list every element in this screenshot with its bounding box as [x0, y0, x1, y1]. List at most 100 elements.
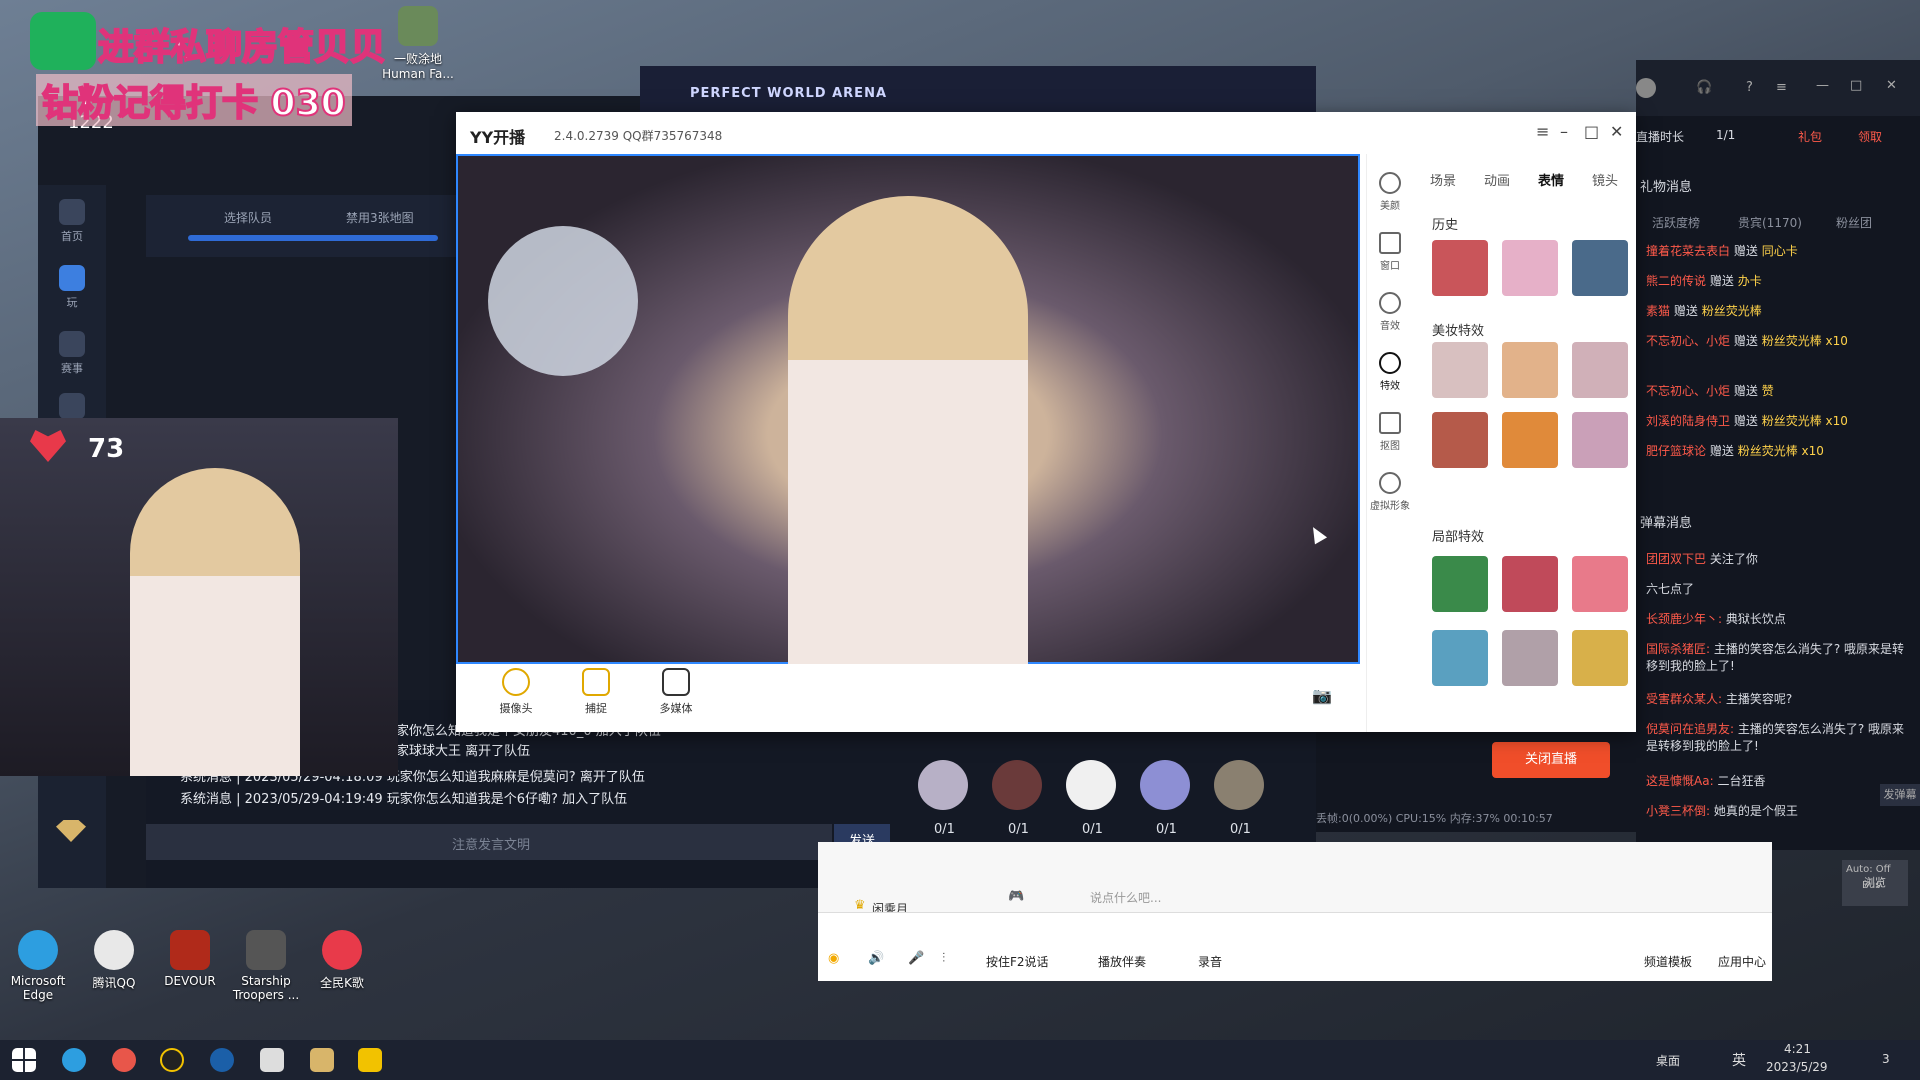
tab-ban-maps[interactable]: 禁用3张地图	[346, 209, 414, 226]
effect-thumbnail[interactable]	[1502, 412, 1558, 468]
app-title: YY开播	[470, 128, 526, 147]
effect-thumbnail[interactable]	[1572, 342, 1628, 398]
diamond-icon[interactable]	[310, 1048, 334, 1072]
yy-logo-icon[interactable]: ◉	[828, 951, 839, 966]
tab-expression[interactable]: 表情	[1538, 170, 1564, 189]
tab-vip[interactable]: 贵宾(1170)	[1738, 214, 1802, 231]
effect-thumbnail[interactable]	[1502, 556, 1558, 612]
sidebar-item-home[interactable]: 首页	[38, 199, 106, 244]
rail-window[interactable]: 窗口	[1367, 232, 1413, 272]
face-icon	[1379, 172, 1401, 194]
emoji-icon[interactable]: 🎮	[1008, 889, 1024, 904]
layers-icon	[1379, 232, 1401, 254]
rail-avatar[interactable]: 虚拟形象	[1367, 472, 1413, 512]
effect-thumbnail[interactable]	[1572, 630, 1628, 686]
desktop-icon-human[interactable]: 一败涂地 Human Fa...	[380, 6, 456, 81]
tab-activity[interactable]: 活跃度榜	[1652, 214, 1700, 231]
rail-beauty[interactable]: 美颜	[1367, 172, 1413, 212]
avatar[interactable]	[918, 760, 968, 810]
chat-text-input[interactable]: 说点什么吧...	[1090, 889, 1540, 909]
rail-sound[interactable]: 音效	[1367, 292, 1413, 332]
desktop-icon-edge[interactable]: Microsoft Edge	[0, 930, 76, 1002]
avatar[interactable]	[1066, 760, 1116, 810]
avatar[interactable]	[1636, 78, 1656, 98]
rail-effects[interactable]: 特效	[1367, 352, 1413, 392]
steam-icon[interactable]	[210, 1048, 234, 1072]
desktop-icon-devour[interactable]: DEVOUR	[152, 930, 228, 988]
headset-icon[interactable]: 🎧	[1696, 80, 1712, 95]
clock-time[interactable]: 4:21	[1784, 1042, 1811, 1056]
effect-thumbnail[interactable]	[1572, 556, 1628, 612]
send-danmu-button[interactable]: 发弹幕	[1880, 784, 1920, 806]
live-control-strip: 关闭直播 丢帧:0(0.00%) CPU:15% 内存:37% 00:10:57	[1316, 732, 1636, 832]
volume-icon[interactable]: 🔊	[868, 951, 884, 966]
tab-select-member[interactable]: 选择队员	[224, 209, 272, 226]
effect-thumbnail[interactable]	[1432, 630, 1488, 686]
avatar[interactable]	[992, 760, 1042, 810]
play-accompaniment-button[interactable]: 播放伴奏	[1098, 953, 1146, 970]
effect-thumbnail[interactable]	[1432, 556, 1488, 612]
ime-indicator[interactable]: 英	[1732, 1050, 1746, 1070]
effect-thumbnail[interactable]	[1572, 240, 1628, 296]
effect-thumbnail[interactable]	[1572, 412, 1628, 468]
push-to-talk-button[interactable]: 按住F2说话	[986, 953, 1049, 970]
minimize-icon[interactable]: –	[1560, 122, 1568, 141]
media-button[interactable]: 多媒体	[646, 668, 706, 716]
tab-lens[interactable]: 镜头	[1592, 170, 1618, 189]
effect-thumbnail[interactable]	[1502, 342, 1558, 398]
desktop-icon-ksong[interactable]: 全民K歌	[304, 930, 380, 991]
effect-thumbnail[interactable]	[1502, 240, 1558, 296]
desktop-icon-starship[interactable]: Starship Troopers ...	[228, 930, 304, 1002]
overlay-line1: 进群私聊房管贝贝	[97, 26, 387, 69]
close-icon[interactable]: ✕	[1886, 78, 1897, 93]
sidebar-item-play[interactable]: 玩	[38, 265, 106, 310]
menu-icon[interactable]: ≡	[1776, 80, 1787, 95]
rail-cutout[interactable]: 抠图	[1367, 412, 1413, 452]
camera-button[interactable]: 摄像头	[486, 668, 546, 716]
avatar[interactable]	[1214, 760, 1264, 810]
yy-icon[interactable]	[358, 1048, 382, 1072]
help-icon[interactable]: ?	[1746, 80, 1753, 95]
maximize-icon[interactable]: □	[1584, 122, 1599, 141]
menu-icon[interactable]: ≡	[1536, 122, 1549, 141]
desktop-toolbar[interactable]: 桌面	[1656, 1052, 1680, 1069]
chat-input[interactable]: 注意发言文明	[146, 824, 832, 860]
maximize-icon[interactable]: □	[1850, 78, 1862, 93]
effect-thumbnail[interactable]	[1502, 630, 1558, 686]
desktop-icon-qq[interactable]: 腾讯QQ	[76, 930, 152, 991]
edge-icon[interactable]	[62, 1048, 86, 1072]
close-live-button[interactable]: 关闭直播	[1492, 742, 1610, 778]
record-button[interactable]: 录音	[1198, 953, 1222, 970]
tab-fanclub[interactable]: 粉丝团	[1836, 214, 1872, 231]
mic-icon[interactable]: 🎤	[908, 951, 924, 966]
clock-date[interactable]: 2023/5/29	[1766, 1060, 1828, 1074]
obs-icon[interactable]	[160, 1048, 184, 1072]
microphone-shape	[488, 226, 638, 376]
app-center-button[interactable]: 应用中心	[1718, 953, 1766, 970]
capture-button[interactable]: 捕捉	[566, 668, 626, 716]
equalizer-icon[interactable]: ⫶	[942, 951, 945, 966]
live-preview[interactable]	[456, 154, 1360, 664]
claim-button[interactable]: 领取	[1858, 128, 1882, 145]
chart-icon	[59, 393, 85, 419]
windows-start-icon[interactable]	[12, 1048, 36, 1072]
overlay-line2: 钻粉记得打卡 030	[36, 74, 352, 126]
notification-count[interactable]: 3	[1882, 1052, 1890, 1066]
home-icon	[59, 199, 85, 225]
game-icon[interactable]	[260, 1048, 284, 1072]
effect-thumbnail[interactable]	[1432, 342, 1488, 398]
effect-thumbnail[interactable]	[1432, 412, 1488, 468]
minimize-icon[interactable]: —	[1816, 78, 1829, 93]
channel-template-button[interactable]: 频道模板	[1644, 953, 1692, 970]
gift-pack-button[interactable]: 礼包	[1798, 128, 1822, 145]
tab-scene[interactable]: 场景	[1430, 170, 1456, 189]
play-icon	[662, 668, 690, 696]
tab-animation[interactable]: 动画	[1484, 170, 1510, 189]
browser-icon[interactable]	[112, 1048, 136, 1072]
close-icon[interactable]: ✕	[1610, 122, 1623, 141]
snapshot-icon[interactable]: 📷	[1312, 686, 1332, 705]
effect-thumbnail[interactable]	[1432, 240, 1488, 296]
bear-icon	[1379, 472, 1401, 494]
avatar[interactable]	[1140, 760, 1190, 810]
sidebar-item-events[interactable]: 赛事	[38, 331, 106, 376]
